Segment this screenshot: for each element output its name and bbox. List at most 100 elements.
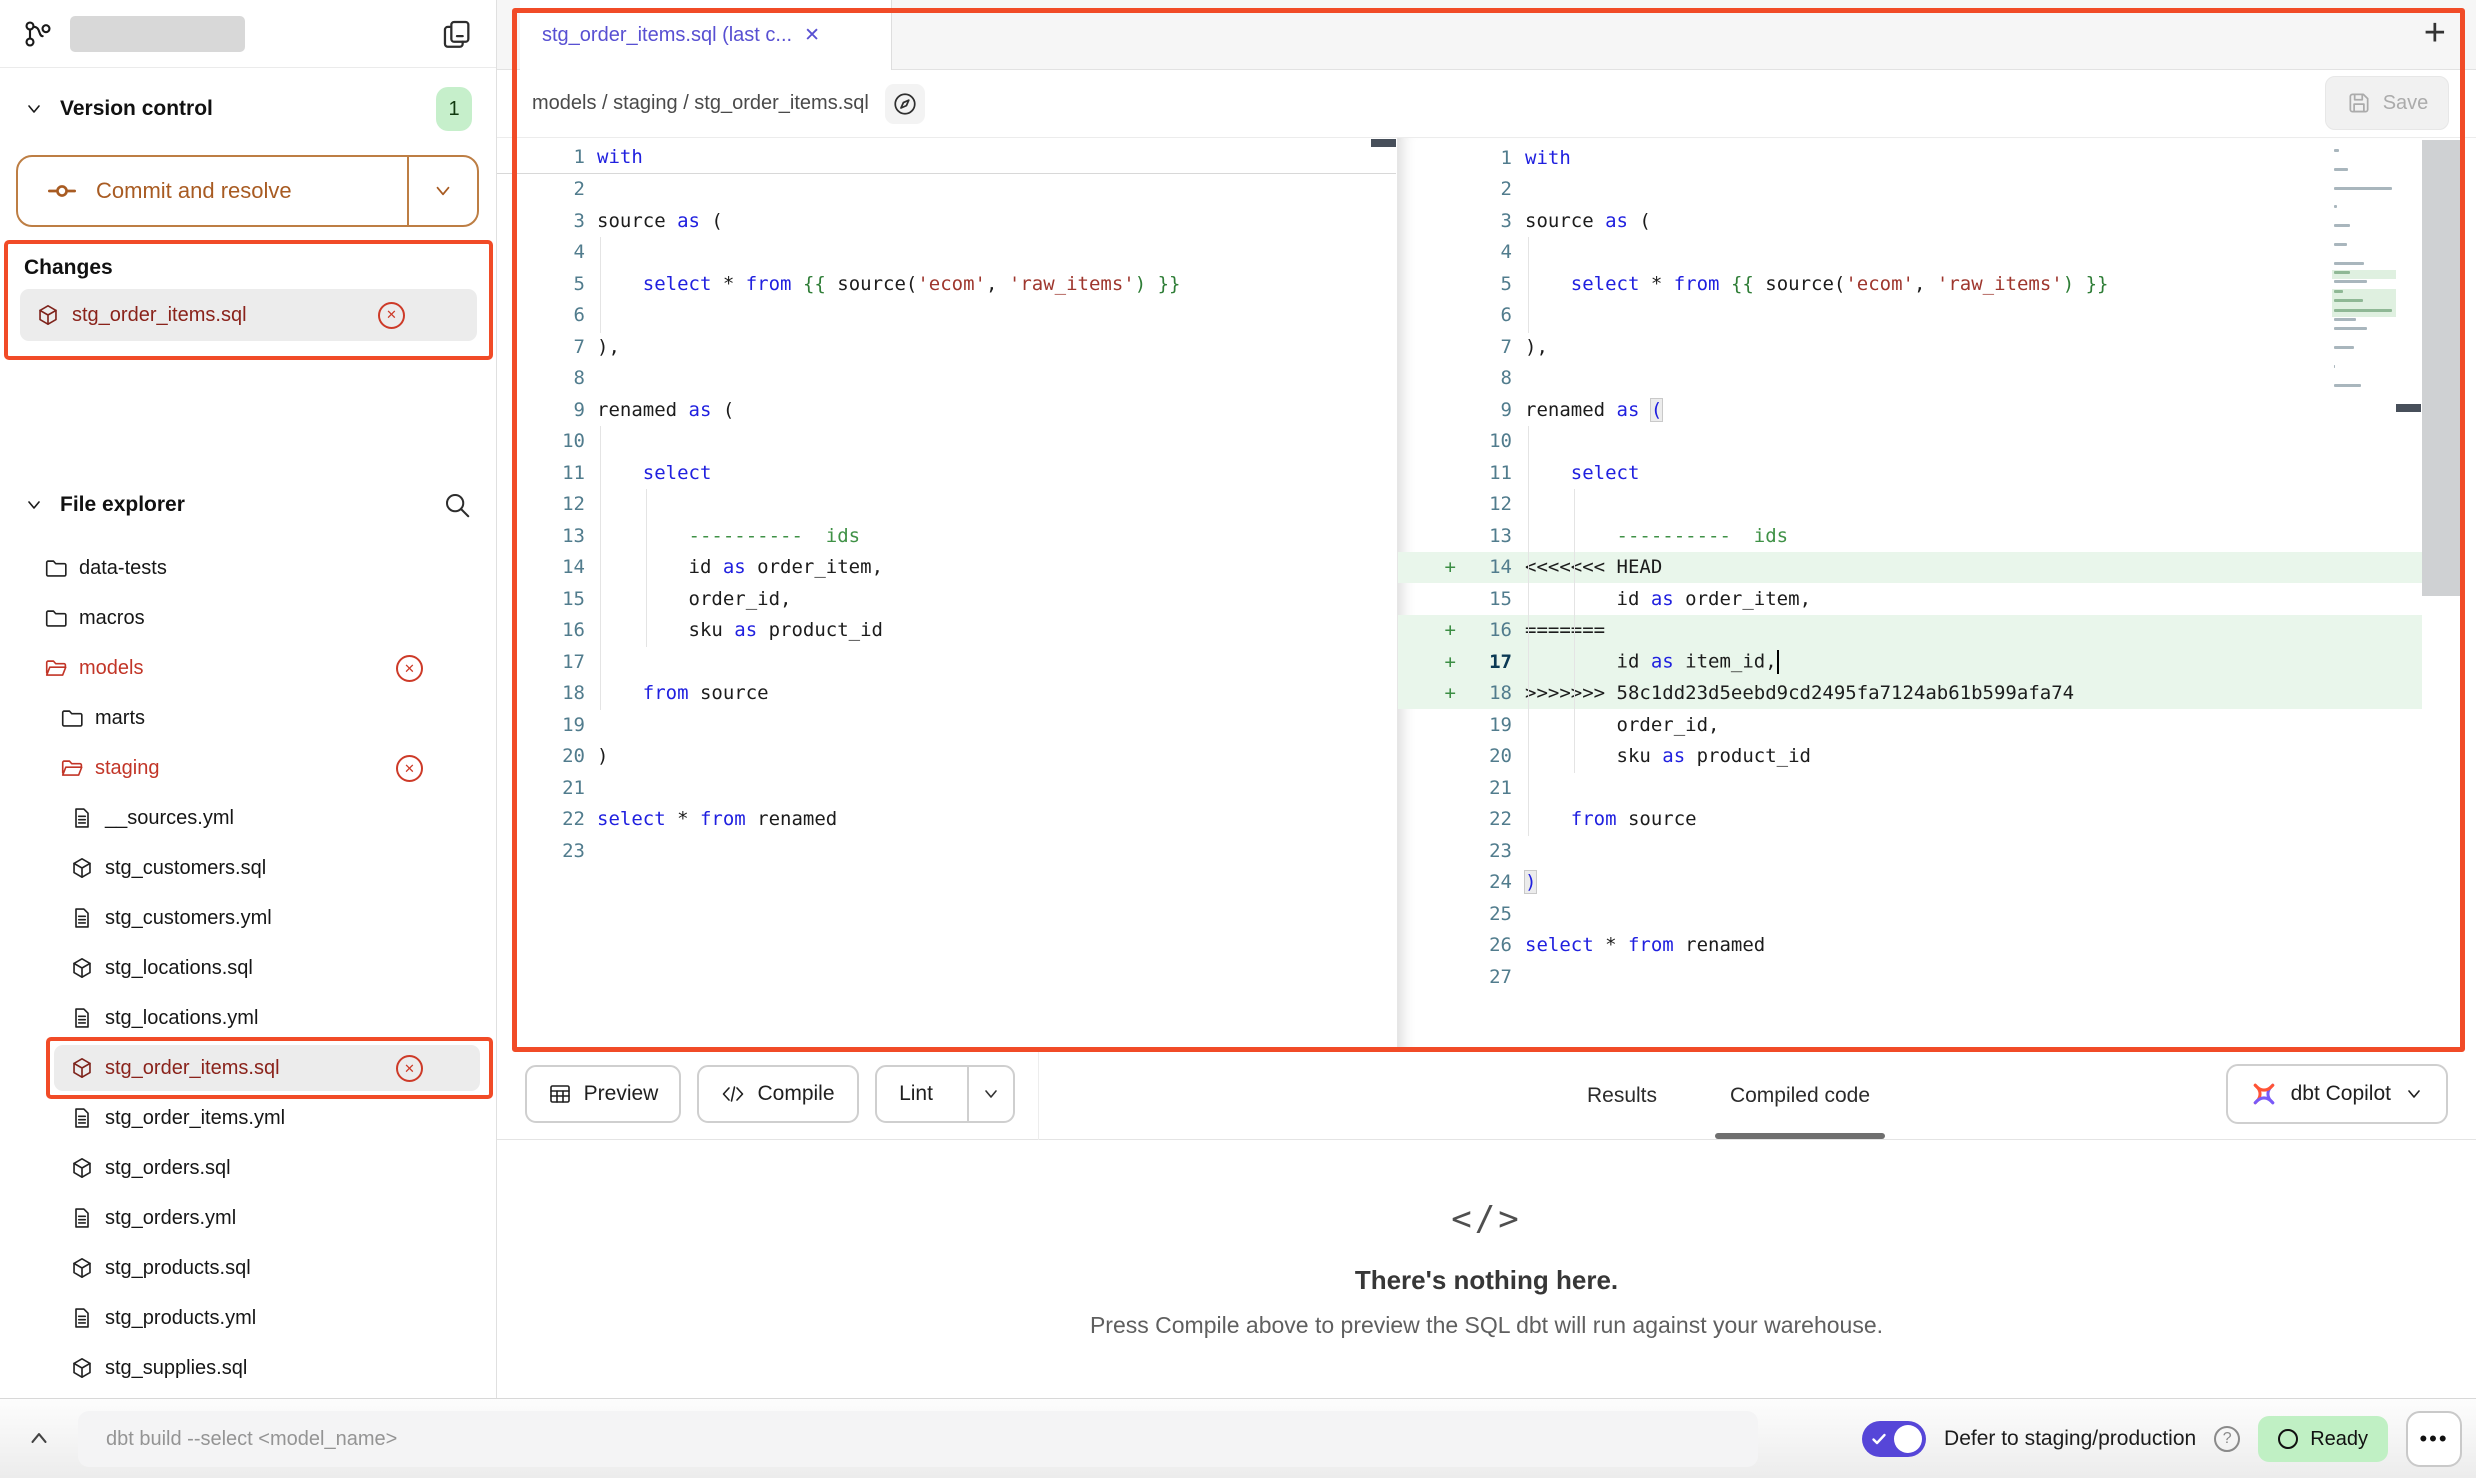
diff-added-marker: + xyxy=(1398,619,1468,641)
conflict-icon[interactable]: ✕ xyxy=(396,1055,423,1082)
tree-item-stg_customers.sql[interactable]: stg_customers.sql xyxy=(0,843,496,893)
line-number: 9 xyxy=(1468,399,1512,421)
preview-button[interactable]: Preview xyxy=(525,1065,681,1123)
code-line-15: 15 order_id, xyxy=(497,583,1396,615)
overview-ruler-marker xyxy=(2396,404,2421,412)
search-icon[interactable] xyxy=(442,490,472,520)
conflict-icon[interactable]: ✕ xyxy=(378,302,405,329)
tree-item-label: macros xyxy=(79,607,145,630)
tree-item-stg_customers.yml[interactable]: stg_customers.yml xyxy=(0,893,496,943)
status-circle-icon xyxy=(2278,1429,2298,1449)
line-content: renamed as ( xyxy=(1525,399,1662,421)
line-content: ), xyxy=(1525,336,1548,358)
indent-guide xyxy=(600,237,601,333)
line-number: 23 xyxy=(497,840,585,862)
code-editor-right[interactable]: 1with23source as (45 select * from {{ so… xyxy=(1398,138,2422,1052)
tree-item-stg_products.yml[interactable]: stg_products.yml xyxy=(0,1293,496,1343)
line-number: 5 xyxy=(1468,273,1512,295)
file-explorer-header[interactable]: File explorer xyxy=(0,483,496,527)
scrollbar[interactable] xyxy=(2422,140,2465,596)
defer-toggle[interactable] xyxy=(1862,1421,1926,1457)
new-tab-button[interactable]: + xyxy=(2424,14,2446,52)
code-line-3: 3source as ( xyxy=(1398,205,2422,237)
code-line-26: 26select * from renamed xyxy=(1398,930,2422,962)
line-number: 3 xyxy=(497,210,585,232)
tree-item-marts[interactable]: marts xyxy=(0,693,496,743)
tab-stg-order-items[interactable]: stg_order_items.sql (last c... ✕ xyxy=(520,0,892,71)
tab-compiled-code[interactable]: Compiled code xyxy=(1715,1052,1885,1139)
preview-label: Preview xyxy=(584,1082,659,1106)
compile-button[interactable]: Compile xyxy=(697,1065,859,1123)
code-line-16: 16 sku as product_id xyxy=(497,615,1396,647)
line-number: 21 xyxy=(1468,777,1512,799)
conflict-icon[interactable]: ✕ xyxy=(396,655,423,682)
dbt-copilot-button[interactable]: dbt Copilot xyxy=(2226,1064,2448,1124)
status-badge[interactable]: Ready xyxy=(2258,1416,2388,1462)
code-line-14: 14 id as order_item, xyxy=(497,552,1396,584)
lint-button[interactable]: Lint xyxy=(875,1065,1015,1123)
tree-item-data-tests[interactable]: data-tests xyxy=(0,543,496,593)
tree-item-label: stg_orders.yml xyxy=(105,1207,236,1230)
conflict-icon[interactable]: ✕ xyxy=(396,755,423,782)
status-label: Ready xyxy=(2310,1428,2368,1451)
line-content: renamed as ( xyxy=(597,399,734,421)
line-number: 1 xyxy=(497,146,585,168)
tree-item-stg_order_items.sql[interactable]: stg_order_items.sql✕ xyxy=(0,1043,496,1093)
tree-item-stg_locations.yml[interactable]: stg_locations.yml xyxy=(0,993,496,1043)
command-input[interactable] xyxy=(78,1411,1758,1467)
left-pane-scrollbar-thumb[interactable] xyxy=(1371,139,1396,147)
tree-item-label: marts xyxy=(95,707,145,730)
version-control-header[interactable]: Version control 1 xyxy=(0,88,496,130)
code-editor-left[interactable]: 1with23source as (45 select * from {{ so… xyxy=(497,138,1396,1052)
code-line-3: 3source as ( xyxy=(497,205,1396,237)
line-number: 16 xyxy=(1468,619,1512,641)
tree-item-stg_order_items.yml[interactable]: stg_order_items.yml xyxy=(0,1093,496,1143)
code-line-21: 21 xyxy=(1398,772,2422,804)
chevron-up-icon[interactable] xyxy=(26,1425,52,1451)
line-content: with xyxy=(1525,147,1571,169)
empty-state-subtitle: Press Compile above to preview the SQL d… xyxy=(1090,1312,1883,1339)
tree-item-__sources.yml[interactable]: __sources.yml xyxy=(0,793,496,843)
copy-icon[interactable] xyxy=(440,17,474,51)
line-number: 14 xyxy=(1468,556,1512,578)
line-number: 4 xyxy=(1468,241,1512,263)
lint-dropdown-button[interactable] xyxy=(967,1067,1013,1121)
toolbar-separator xyxy=(1038,1052,1039,1140)
compiled-code-panel: </> There's nothing here. Press Compile … xyxy=(497,1140,2476,1398)
tree-item-stg_orders.sql[interactable]: stg_orders.sql xyxy=(0,1143,496,1193)
changes-file-name: stg_order_items.sql xyxy=(72,304,247,327)
code-line-25: 25 xyxy=(1398,898,2422,930)
changes-annotation-box: Changes stg_order_items.sql ✕ xyxy=(4,240,493,360)
indent-guide xyxy=(646,489,647,647)
code-line-4: 4 xyxy=(497,237,1396,269)
changes-file-row[interactable]: stg_order_items.sql ✕ xyxy=(20,289,477,341)
tree-item-staging[interactable]: staging✕ xyxy=(0,743,496,793)
lineage-compass-icon[interactable] xyxy=(885,84,925,124)
commit-dropdown-button[interactable] xyxy=(407,157,477,225)
tree-item-models[interactable]: models✕ xyxy=(0,643,496,693)
tab-results[interactable]: Results xyxy=(1542,1052,1702,1139)
line-content: ) xyxy=(1525,871,1536,893)
code-line-1: 1with xyxy=(497,142,1396,174)
help-icon[interactable]: ? xyxy=(2214,1426,2240,1452)
model-cube-icon xyxy=(36,303,60,327)
tree-item-macros[interactable]: macros xyxy=(0,593,496,643)
tree-item-stg_locations.sql[interactable]: stg_locations.sql xyxy=(0,943,496,993)
tree-item-stg_supplies.sql[interactable]: stg_supplies.sql xyxy=(0,1343,496,1393)
line-number: 5 xyxy=(497,273,585,295)
code-line-12: 12 xyxy=(1398,489,2422,521)
save-button[interactable]: Save xyxy=(2325,76,2449,130)
line-number: 13 xyxy=(1468,525,1512,547)
doc-icon xyxy=(70,1306,94,1330)
minimap[interactable] xyxy=(2332,148,2396,402)
chevron-down-icon xyxy=(24,99,44,119)
commit-and-resolve-button[interactable]: Commit and resolve xyxy=(16,155,479,227)
code-line-4: 4 xyxy=(1398,237,2422,269)
line-number: 22 xyxy=(497,808,585,830)
changes-title: Changes xyxy=(24,256,489,280)
more-options-button[interactable]: ••• xyxy=(2406,1411,2462,1467)
tree-item-stg_orders.yml[interactable]: stg_orders.yml xyxy=(0,1193,496,1243)
close-icon[interactable]: ✕ xyxy=(804,24,820,47)
tree-item-label: stg_products.yml xyxy=(105,1307,256,1330)
tree-item-stg_products.sql[interactable]: stg_products.sql xyxy=(0,1243,496,1293)
